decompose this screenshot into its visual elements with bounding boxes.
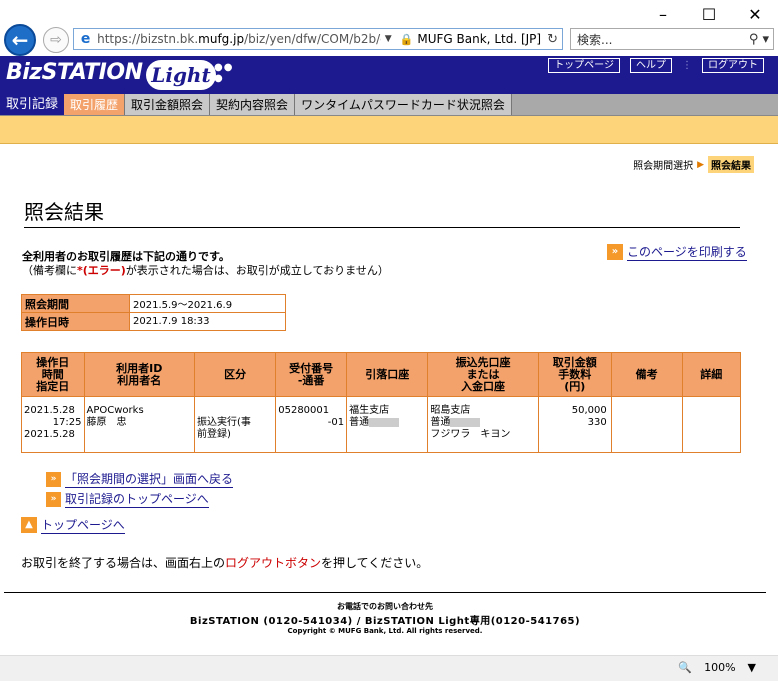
nav-links: » 「照会期間の選択」画面へ戻る » 取引記録のトップページへ [46,470,234,508]
print-page-link[interactable]: » このページを印刷する [607,243,747,261]
col-receipt: 受付番号 -通番 [275,352,348,397]
bizstation-logo: BizSTATION [6,60,143,85]
footer-copyright: Copyright © MUFG Bank, Ltd. All rights r… [287,627,483,635]
col-debit: 引落口座 [346,352,429,397]
col-amount: 取引金額 手数料 (円) [537,352,612,397]
menu-tabs: 取引記録 取引履歴 取引金額照会 契約内容照会 ワンタイムパスワードカード状況照… [0,94,778,116]
lock-icon[interactable]: 🔒 [400,33,414,46]
cell-user: APOCworks 藤原 忠 [83,396,195,453]
period-value: 2021.5.9～2021.6.9 [129,294,286,313]
operation-time-label: 操作日時 [21,312,130,331]
zoom-level[interactable]: 100% [704,661,735,674]
breadcrumb-current: 照会結果 [708,156,754,173]
col-credit: 振込先口座 または 入金口座 [427,352,539,397]
search-box[interactable]: 検索... ⚲ ▾ [570,28,774,50]
logout-note: お取引を終了する場合は、画面右上のログアウトボタンを押してください。 [21,556,429,570]
url-text: https://bizstn.bk.mufg.jp/biz/yen/dfw/CO… [97,32,381,46]
double-chevron-icon: » [46,471,61,487]
back-button[interactable]: ← [4,24,36,56]
col-note: 備考 [610,352,683,397]
zoom-icon: 🔍 [678,661,693,674]
header-links: トップページ ヘルプ ⋮ ログアウト [548,58,764,73]
refresh-icon[interactable]: ↻ [547,32,558,47]
tab-transaction-record[interactable]: 取引記録 [0,94,65,115]
cell-credit: 昭島支店 普通 フジワラ キヨン [427,396,539,453]
print-link-label[interactable]: このページを印刷する [627,243,747,261]
arrow-left-icon: ← [11,28,29,52]
cell-note [610,396,683,453]
tab-contract-inquiry[interactable]: 契約内容照会 [210,94,296,115]
cell-detail [681,396,742,453]
col-user: 利用者ID 利用者名 [83,352,195,397]
col-category: 区分 [193,352,277,397]
address-bar[interactable]: e https://bizstn.bk.mufg.jp/biz/yen/dfw/… [73,28,563,50]
back-to-period-link[interactable]: » 「照会期間の選択」画面へ戻る [46,470,234,488]
browser-nav-bar: ← ⇨ e https://bizstn.bk.mufg.jp/biz/yen/… [0,22,778,56]
dropdown-icon[interactable]: ▼ [385,34,392,44]
status-bar: 🔍 100% ▼ [0,655,778,681]
logo-dots-icon: ●● ● [214,62,234,84]
cell-debit: 福生支店 普通 [346,396,429,453]
top-page-link-bottom[interactable]: ▲ トップページへ [21,516,125,534]
ie-icon: e [80,31,91,47]
breadcrumb-step1: 照会期間選択 [633,161,694,172]
double-chevron-icon: » [607,244,623,260]
triangle-right-icon: ▶ [697,159,704,170]
cell-receipt: 05280001 -01 [275,396,348,453]
footer-phone: BizSTATION (0120-541034) / BizSTATION Li… [189,616,581,627]
table-header-row: 操作日 時間 指定日 利用者ID 利用者名 区分 受付番号 -通番 引落口座 振込先口座… [21,352,742,397]
operation-time-value: 2021.7.9 18:33 [129,312,286,331]
period-table: 照会期間 2021.5.9～2021.6.9 操作日時 2021.7.9 18:… [21,294,286,331]
period-label: 照会期間 [21,294,130,313]
help-link[interactable]: ヘルプ [630,58,672,73]
zoom-control[interactable]: 🔍 100% ▼ [678,661,756,674]
col-detail: 詳細 [681,352,742,397]
footer-contact-title: お電話でのお問い合わせ先 [337,602,433,611]
logout-link[interactable]: ログアウト [702,58,764,73]
breadcrumb: 照会期間選択 ▶ 照会結果 [633,156,754,173]
intro-note: （備考欄に*(エラー)が表示された場合は、お取引が成立しておりません） [22,264,389,277]
page-title: 照会結果 [24,196,740,228]
top-page-link[interactable]: トップページ [548,58,620,73]
cell-date: 2021.5.28 17:25 2021.5.28 [21,396,85,453]
separator-icon: ⋮ [682,60,692,71]
cell-amount: 50,000 330 [537,396,612,453]
forward-button[interactable]: ⇨ [43,27,69,53]
search-icon[interactable]: ⚲ ▾ [749,32,769,47]
light-logo: Light [146,60,216,90]
redacted-account [369,417,400,427]
footer: お電話でのお問い合わせ先 BizSTATION (0120-541034) / … [4,592,766,635]
col-date: 操作日 時間 指定日 [21,352,85,397]
record-top-link[interactable]: » 取引記録のトップページへ [46,490,233,508]
cell-category: 振込実行(事 前登録) [193,396,277,453]
tab-otp-card-status[interactable]: ワンタイムパスワードカード状況照会 [295,94,512,115]
chevron-down-icon[interactable]: ▼ [748,661,756,674]
tab-transaction-history[interactable]: 取引履歴 [64,94,126,115]
search-placeholder: 検索... [577,32,613,47]
table-row: 2021.5.28 17:25 2021.5.28 APOCworks 藤原 忠 振込… [21,396,742,453]
site-header: BizSTATION Light ●● ● トップページ ヘルプ ⋮ ログアウト [0,56,778,94]
arrow-right-icon: ⇨ [50,32,62,48]
redacted-account [450,417,481,427]
certificate-label[interactable]: MUFG Bank, Ltd. [JP] [417,32,541,46]
tab-amount-inquiry[interactable]: 取引金額照会 [125,94,211,115]
results-table: 操作日 時間 指定日 利用者ID 利用者名 区分 受付番号 -通番 引落口座 振込先口座… [21,352,742,453]
sub-nav-band [0,116,778,144]
arrow-up-icon: ▲ [21,517,37,533]
double-chevron-icon: » [46,491,61,507]
